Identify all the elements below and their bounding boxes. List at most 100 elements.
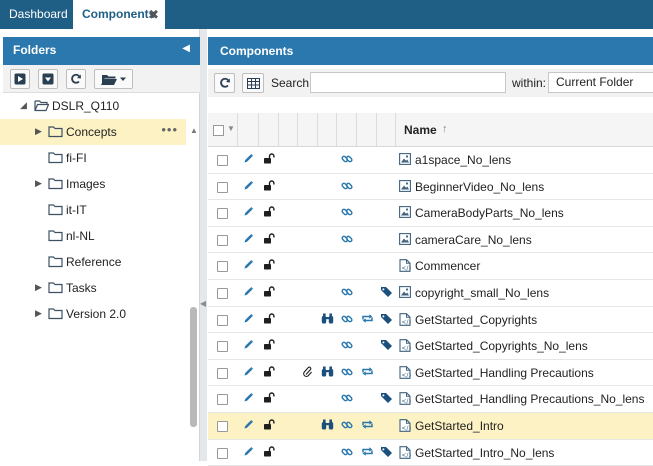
tag-icon[interactable] [380, 339, 393, 353]
tree-item-reference[interactable]: Reference [0, 249, 186, 275]
table-row[interactable]: a1space_No_lens [208, 147, 653, 174]
component-name[interactable]: a1space_No_lens [415, 153, 511, 167]
unlock-icon[interactable] [263, 419, 275, 433]
component-name[interactable]: GetStarted_Intro [415, 419, 504, 433]
row-checkbox[interactable] [217, 394, 228, 406]
splitter-arrow-icon[interactable]: ◀ [200, 299, 206, 308]
component-name[interactable]: Commencer [415, 259, 480, 273]
edit-pencil-icon[interactable] [243, 313, 254, 327]
collapse-arrow-icon[interactable]: ◢ [20, 100, 30, 112]
edit-pencil-icon[interactable] [243, 392, 254, 406]
tree-item-concepts[interactable]: ▶ Concepts ••• [0, 119, 186, 145]
table-row[interactable]: </> GetStarted_Copyrights [208, 307, 653, 334]
link-icon[interactable] [341, 233, 353, 248]
row-checkbox[interactable] [217, 261, 228, 273]
row-checkbox[interactable] [217, 288, 228, 299]
row-checkbox[interactable] [217, 367, 228, 379]
tag-icon[interactable] [380, 313, 393, 327]
table-row[interactable]: </> GetStarted_Handling Precautions [208, 360, 653, 387]
row-checkbox[interactable] [217, 234, 228, 246]
table-row[interactable]: </> GetStarted_Handling Precautions_No_le… [208, 386, 653, 413]
link-icon[interactable] [341, 153, 353, 168]
row-checkbox[interactable] [217, 181, 228, 193]
play-square-button[interactable] [10, 69, 30, 89]
table-row[interactable]: CameraBodyParts_No_lens [208, 200, 653, 227]
component-name[interactable]: GetStarted_Handling Precautions_No_lens [415, 392, 644, 406]
expand-arrow-icon[interactable]: ▶ [35, 178, 45, 190]
unlock-icon[interactable] [263, 179, 275, 194]
tree-item-it-it[interactable]: it-IT [0, 197, 186, 223]
tag-icon[interactable] [380, 392, 393, 406]
close-icon[interactable]: ✖ [148, 0, 159, 29]
link-icon[interactable] [341, 313, 353, 328]
folder-tree-scrollbar[interactable]: ▲ [190, 124, 198, 461]
component-name[interactable]: GetStarted_Intro_No_lens [415, 446, 554, 460]
edit-pencil-icon[interactable] [243, 446, 254, 460]
unlock-icon[interactable] [263, 366, 275, 380]
row-checkbox[interactable] [217, 447, 228, 459]
edit-pencil-icon[interactable] [243, 206, 254, 220]
link-icon[interactable] [341, 392, 353, 407]
unlock-icon[interactable] [263, 339, 275, 353]
edit-pencil-icon[interactable] [243, 153, 254, 167]
scroll-up-icon[interactable]: ▲ [190, 126, 198, 135]
edit-pencil-icon[interactable] [243, 180, 254, 194]
collapse-left-icon[interactable]: ◀ [182, 43, 190, 54]
sync-icon[interactable] [361, 313, 374, 327]
link-icon[interactable] [341, 180, 353, 195]
binoculars-icon[interactable] [321, 366, 334, 380]
edit-pencil-icon[interactable] [243, 339, 254, 353]
scrollbar-thumb[interactable] [190, 307, 197, 427]
tree-item-dslr-q110[interactable]: ◢ DSLR_Q110 [0, 93, 186, 119]
table-row[interactable]: </> GetStarted_Copyrights_No_lens [208, 333, 653, 360]
tag-icon[interactable] [380, 286, 393, 300]
row-checkbox[interactable] [217, 314, 228, 326]
edit-pencil-icon[interactable] [243, 233, 254, 247]
table-row[interactable]: copyright_small_No_lens [208, 280, 653, 307]
tree-item-version-2-0[interactable]: ▶ Version 2.0 [0, 301, 186, 327]
select-menu-arrow-icon[interactable]: ▼ [227, 124, 235, 133]
search-input[interactable] [310, 72, 506, 93]
link-icon[interactable] [341, 446, 353, 461]
sort-ascending-icon[interactable]: ↑ [442, 123, 448, 135]
link-icon[interactable] [341, 339, 353, 354]
tab-dashboard[interactable]: Dashboard [0, 0, 71, 29]
table-row[interactable]: BeginnerVideo_No_lens [208, 174, 653, 201]
edit-pencil-icon[interactable] [243, 366, 254, 380]
table-row[interactable]: </> GetStarted_Intro [208, 413, 653, 440]
tree-item-nl-nl[interactable]: nl-NL [0, 223, 186, 249]
binoculars-icon[interactable] [321, 313, 334, 327]
unlock-icon[interactable] [263, 233, 275, 247]
row-checkbox[interactable] [217, 155, 228, 166]
sync-icon[interactable] [361, 366, 374, 380]
row-checkbox[interactable] [217, 208, 228, 220]
table-row[interactable]: </> Commencer [208, 253, 653, 280]
attachment-icon[interactable] [303, 366, 313, 381]
edit-pencil-icon[interactable] [243, 259, 254, 273]
link-icon[interactable] [341, 206, 353, 221]
unlock-icon[interactable] [263, 445, 275, 460]
tree-item-tasks[interactable]: ▶ Tasks [0, 275, 186, 301]
component-name[interactable]: CameraBodyParts_No_lens [415, 206, 564, 220]
expand-arrow-icon[interactable]: ▶ [35, 126, 45, 138]
refresh-button[interactable] [66, 69, 86, 89]
component-name[interactable]: GetStarted_Copyrights_No_lens [415, 339, 588, 353]
component-name[interactable]: BeginnerVideo_No_lens [415, 180, 544, 194]
panel-splitter[interactable]: ◀ [200, 29, 207, 461]
component-name[interactable]: GetStarted_Copyrights [415, 313, 537, 327]
unlock-icon[interactable] [263, 153, 275, 167]
sync-icon[interactable] [361, 446, 374, 460]
tag-icon[interactable] [380, 446, 393, 460]
component-name[interactable]: GetStarted_Handling Precautions [415, 366, 594, 380]
column-header-name[interactable]: Name [404, 123, 437, 137]
expand-arrow-icon[interactable]: ▶ [35, 308, 45, 320]
edit-pencil-icon[interactable] [243, 286, 254, 300]
row-checkbox[interactable] [217, 421, 228, 432]
tab-components[interactable]: Components ✖ [73, 0, 165, 29]
edit-pencil-icon[interactable] [243, 419, 254, 433]
select-all-checkbox[interactable] [213, 125, 224, 136]
unlock-icon[interactable] [263, 259, 275, 273]
unlock-icon[interactable] [263, 312, 275, 327]
refresh-components-button[interactable] [214, 73, 235, 93]
table-row[interactable]: </> GetStarted_Intro_No_lens [208, 440, 653, 466]
